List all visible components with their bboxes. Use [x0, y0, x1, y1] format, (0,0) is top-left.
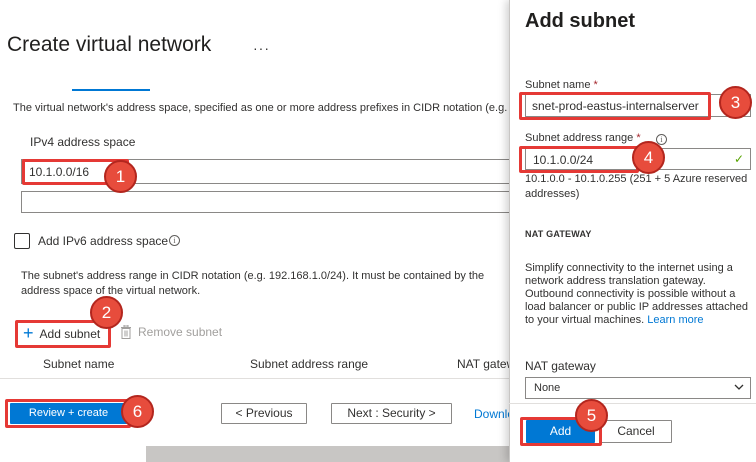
more-options-icon[interactable]: ··· [253, 40, 270, 56]
subnet-range-label-text: Subnet address range [525, 132, 634, 144]
required-asterisk: * [593, 79, 598, 91]
active-tab-indicator [72, 89, 150, 91]
info-icon[interactable]: i [169, 235, 180, 246]
subnet-name-label-text: Subnet name [525, 79, 591, 91]
step-marker-2: 2 [90, 296, 123, 329]
subnet-range-label: Subnet address range * [525, 132, 641, 144]
column-subnet-name[interactable]: Subnet name [43, 357, 114, 371]
column-nat-gateway[interactable]: NAT gateway [457, 357, 509, 371]
address-range-hint: 10.1.0.0 - 10.1.0.255 (251 + 5 Azure res… [525, 173, 748, 200]
trash-icon [121, 325, 131, 339]
learn-more-link[interactable]: Learn more [647, 314, 703, 326]
step-marker-4: 4 [632, 141, 665, 174]
next-security-button[interactable]: Next : Security > [331, 403, 452, 424]
footer-divider [0, 378, 509, 379]
step-marker-3: 3 [719, 86, 752, 119]
horizontal-scrollbar[interactable] [146, 446, 509, 462]
nat-description-text: Simplify connectivity to the internet us… [525, 262, 748, 326]
download-template-link[interactable]: Download a template for automation [474, 407, 509, 421]
nat-gateway-select[interactable]: None [525, 377, 751, 399]
step-marker-6: 6 [121, 395, 154, 428]
panel-title: Add subnet [525, 10, 635, 32]
ipv6-checkbox[interactable] [14, 233, 30, 249]
remove-subnet-label: Remove subnet [138, 325, 223, 339]
review-create-button[interactable]: Review + create [10, 403, 127, 424]
subnet-description: The subnet's address range in CIDR notat… [21, 270, 485, 297]
subnet-name-input[interactable]: snet-prod-eastus-internalserver [525, 94, 751, 117]
page-title: Create virtual network [7, 33, 212, 56]
plus-icon: + [23, 323, 34, 343]
panel-footer-divider [509, 403, 756, 404]
step-marker-5: 5 [575, 399, 608, 432]
cancel-button[interactable]: Cancel [600, 420, 672, 443]
check-icon: ✓ [733, 152, 744, 166]
chevron-down-icon [734, 384, 744, 390]
add-subnet-label: Add subnet [39, 327, 101, 341]
ipv6-checkbox-label[interactable]: Add IPv6 address space [38, 234, 168, 248]
ipv4-address-input[interactable]: 10.1.0.0/16 [21, 159, 521, 184]
nat-gateway-label: NAT gateway [525, 359, 596, 373]
remove-subnet-button[interactable]: Remove subnet [120, 325, 222, 339]
address-space-description: The virtual network's address space, spe… [13, 102, 513, 114]
nat-gateway-value: None [534, 382, 561, 394]
nat-gateway-heading: NAT GATEWAY [525, 229, 592, 239]
subnet-name-label: Subnet name * [525, 79, 598, 91]
previous-button[interactable]: < Previous [221, 403, 307, 424]
ipv4-address-space-label: IPv4 address space [30, 135, 136, 149]
nat-gateway-description: Simplify connectivity to the internet us… [525, 262, 755, 327]
ipv4-address-input-empty[interactable] [21, 191, 521, 213]
step-marker-1: 1 [104, 160, 137, 193]
column-subnet-address-range[interactable]: Subnet address range [250, 357, 368, 371]
subnet-address-range-value: 10.1.0.0/24 [533, 153, 594, 167]
